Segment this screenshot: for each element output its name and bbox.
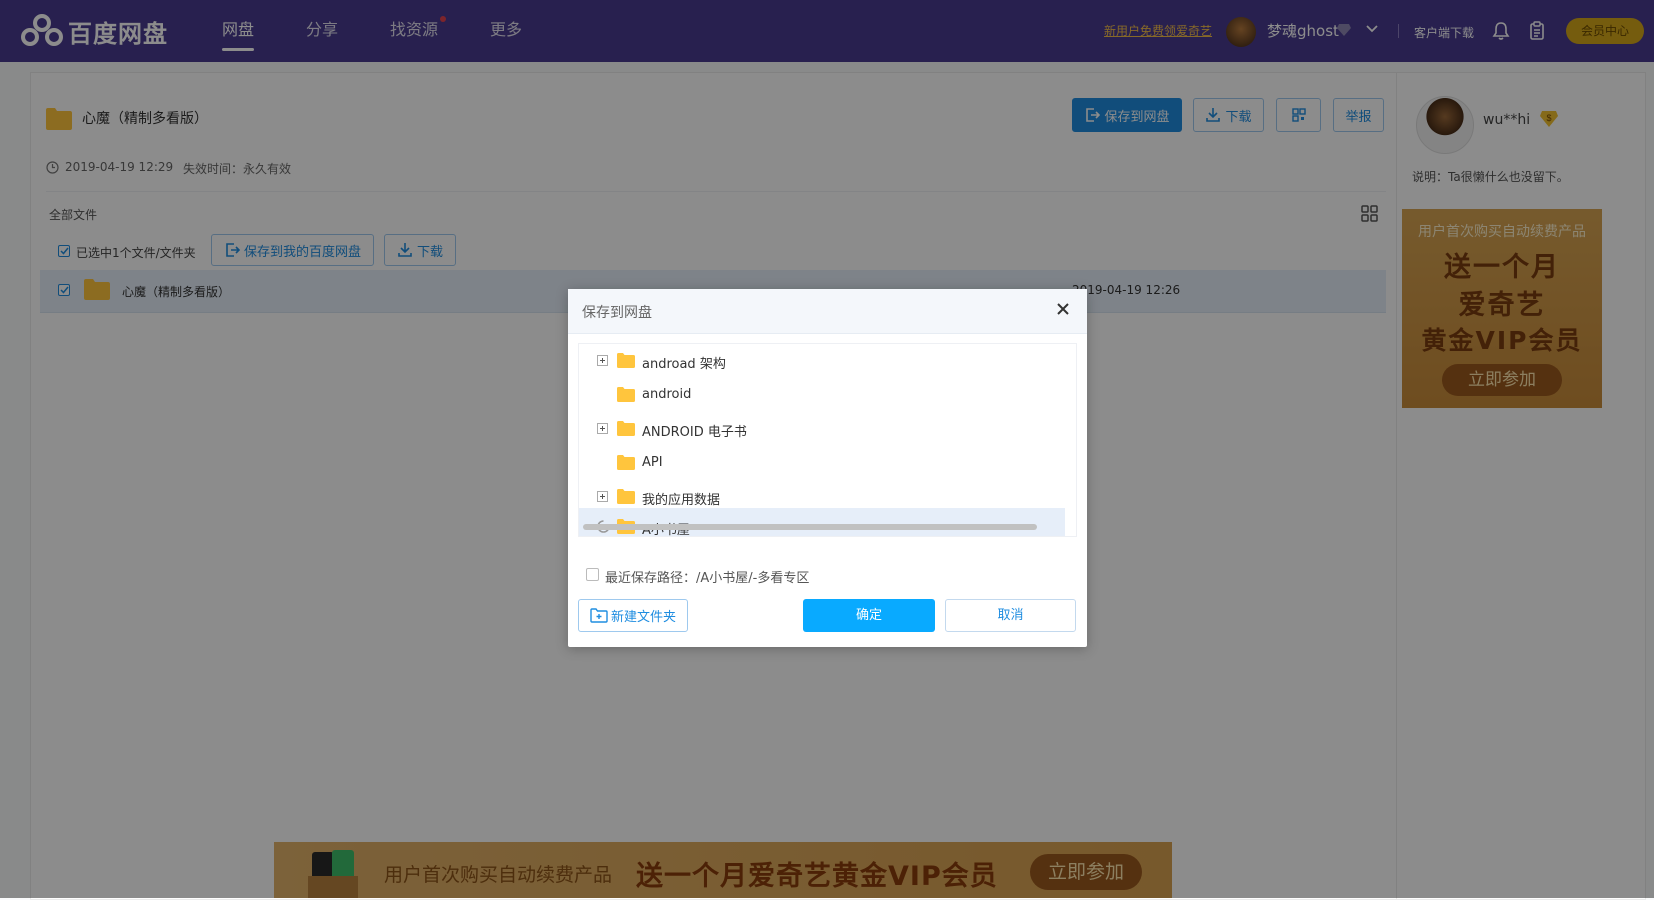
folder-icon [617, 421, 635, 436]
horizontal-scrollbar[interactable] [583, 524, 1037, 530]
folder-icon [617, 455, 635, 470]
folder-icon [617, 489, 635, 504]
dialog-title: 保存到网盘 [582, 305, 652, 321]
recent-path-checkbox[interactable] [586, 568, 599, 581]
expand-plus-icon[interactable] [597, 355, 608, 366]
close-icon[interactable] [1056, 302, 1070, 316]
tree-item[interactable]: ANDROID 电子书 [579, 412, 1065, 446]
tree-item-label: ANDROID 电子书 [642, 425, 747, 440]
tree-item[interactable]: android [579, 378, 1065, 412]
tree-item[interactable]: androad 架构 [579, 344, 1065, 378]
expand-plus-icon[interactable] [597, 491, 608, 502]
folder-icon [617, 353, 635, 368]
folder-icon [617, 387, 635, 402]
save-dialog: 保存到网盘 androad 架构 android ANDROID 电子书 API… [568, 289, 1087, 647]
tree-item-label: androad 架构 [642, 357, 726, 372]
tree-item[interactable]: API [579, 446, 1065, 480]
tree-item-label: 我的应用数据 [642, 493, 721, 508]
tree-item-selected[interactable]: A小书屋 [579, 508, 1065, 536]
new-folder-label: 新建文件夹 [610, 610, 676, 625]
cancel-button[interactable]: 取消 [945, 599, 1076, 632]
tree-item-label: API [642, 455, 663, 470]
confirm-button[interactable]: 确定 [803, 599, 935, 632]
tree-item-label: android [642, 387, 692, 402]
new-folder-icon [590, 608, 608, 623]
expand-plus-icon[interactable] [597, 423, 608, 434]
new-folder-button[interactable]: 新建文件夹 [578, 599, 688, 632]
recent-path-label[interactable]: 最近保存路径：/A小书屋/-多看专区 [605, 567, 809, 586]
folder-tree[interactable]: androad 架构 android ANDROID 电子书 API 我的应用数… [578, 343, 1077, 537]
dialog-header: 保存到网盘 [568, 289, 1087, 334]
vertical-scrollbar[interactable] [1076, 376, 1077, 400]
